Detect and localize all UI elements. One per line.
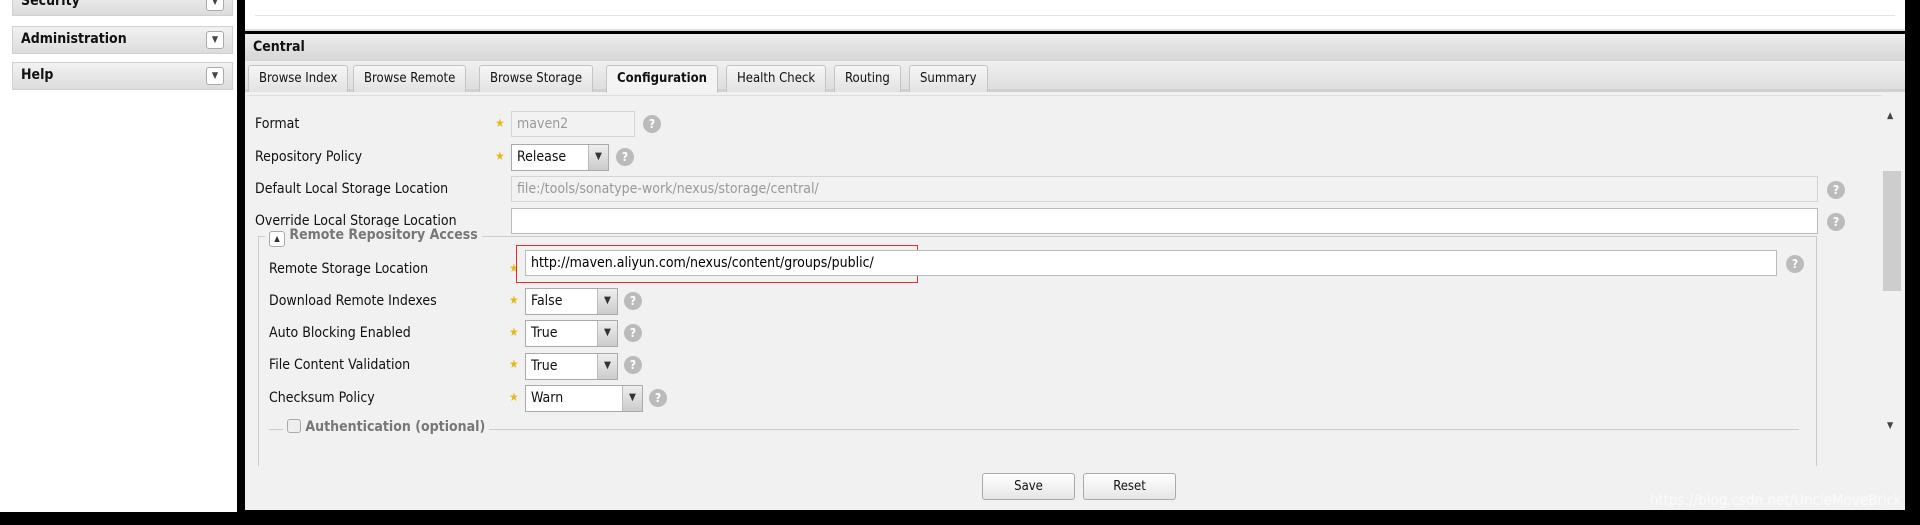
chevron-down-icon[interactable]: ▼ bbox=[206, 0, 224, 11]
file-validation-label: File Content Validation bbox=[269, 357, 411, 373]
collapse-icon[interactable]: ▲ bbox=[269, 231, 285, 247]
help-icon[interactable]: ? bbox=[643, 115, 661, 133]
required-star-icon: ★ bbox=[495, 116, 505, 130]
scrollbar[interactable]: ▲ ▼ bbox=[1881, 95, 1903, 465]
divider bbox=[269, 429, 1799, 430]
help-icon[interactable]: ? bbox=[649, 389, 667, 407]
required-star-icon: ★ bbox=[509, 293, 519, 307]
tab-health-check[interactable]: Health Check bbox=[726, 65, 827, 92]
sidebar-item-administration[interactable]: Administration ▼ bbox=[12, 26, 233, 54]
sidebar-item-label: Security bbox=[21, 0, 80, 9]
tab-routing[interactable]: Routing bbox=[834, 65, 901, 92]
chevron-down-icon[interactable]: ▼ bbox=[206, 31, 224, 49]
chevron-down-icon: ▼ bbox=[622, 386, 642, 411]
remote-storage-label: Remote Storage Location bbox=[269, 261, 429, 277]
required-star-icon: ★ bbox=[509, 357, 519, 371]
default-local-storage-label: Default Local Storage Location bbox=[255, 181, 449, 197]
repository-policy-label: Repository Policy bbox=[255, 149, 363, 165]
tab-configuration[interactable]: Configuration bbox=[606, 65, 718, 93]
help-icon[interactable]: ? bbox=[624, 292, 642, 310]
reset-button[interactable]: Reset bbox=[1083, 473, 1176, 500]
select-value: True bbox=[531, 358, 558, 374]
chevron-down-icon: ▼ bbox=[588, 145, 608, 170]
scroll-down-icon[interactable]: ▼ bbox=[1887, 421, 1893, 431]
auto-blocking-label: Auto Blocking Enabled bbox=[269, 325, 411, 341]
format-label: Format bbox=[255, 116, 300, 132]
configuration-form: Format ★ maven2 ? Repository Policy ★ Re… bbox=[247, 95, 1903, 466]
chevron-down-icon: ▼ bbox=[597, 354, 617, 379]
authentication-legend[interactable]: Authentication (optional) bbox=[283, 419, 490, 435]
auto-blocking-select[interactable]: True ▼ bbox=[525, 320, 618, 347]
authentication-checkbox[interactable] bbox=[287, 419, 301, 433]
tab-browse-remote[interactable]: Browse Remote bbox=[353, 65, 467, 92]
repository-policy-select[interactable]: Release ▼ bbox=[511, 144, 609, 171]
help-icon[interactable]: ? bbox=[1786, 255, 1804, 273]
scrollbar-thumb[interactable] bbox=[1883, 171, 1901, 291]
sidebar: Security ▼ Administration ▼ Help ▼ bbox=[0, 0, 237, 512]
save-button[interactable]: Save bbox=[982, 473, 1075, 500]
panel-title: Central bbox=[245, 34, 1905, 61]
file-validation-select[interactable]: True ▼ bbox=[525, 353, 618, 380]
download-indexes-label: Download Remote Indexes bbox=[269, 293, 437, 309]
tab-summary[interactable]: Summary bbox=[909, 65, 988, 92]
chevron-down-icon: ▼ bbox=[597, 289, 617, 314]
watermark: https://blog.csdn.net/UncleMoveBrick bbox=[1649, 491, 1902, 509]
sidebar-item-label: Administration bbox=[21, 31, 127, 47]
tab-bar: Browse Index Browse Remote Browse Storag… bbox=[245, 62, 1905, 93]
help-icon[interactable]: ? bbox=[624, 324, 642, 342]
required-star-icon: ★ bbox=[495, 149, 505, 163]
sidebar-item-label: Help bbox=[21, 67, 54, 83]
select-value: Release bbox=[517, 149, 567, 165]
format-field[interactable]: maven2 bbox=[511, 111, 635, 137]
help-icon[interactable]: ? bbox=[1827, 213, 1845, 231]
select-value: Warn bbox=[531, 390, 564, 406]
chevron-down-icon: ▼ bbox=[597, 321, 617, 346]
legend-text: Authentication (optional) bbox=[305, 419, 486, 435]
help-icon[interactable]: ? bbox=[616, 148, 634, 166]
default-local-storage-field[interactable]: file:/tools/sonatype-work/nexus/storage/… bbox=[511, 176, 1818, 202]
top-panel bbox=[245, 0, 1905, 31]
required-star-icon: ★ bbox=[509, 390, 519, 404]
help-icon[interactable]: ? bbox=[624, 356, 642, 374]
download-indexes-select[interactable]: False ▼ bbox=[525, 288, 618, 315]
tab-browse-index[interactable]: Browse Index bbox=[248, 65, 349, 92]
select-value: True bbox=[531, 325, 558, 341]
required-star-icon: ★ bbox=[509, 325, 519, 339]
tab-browse-storage[interactable]: Browse Storage bbox=[479, 65, 594, 92]
sidebar-item-help[interactable]: Help ▼ bbox=[12, 62, 233, 90]
sidebar-item-security[interactable]: Security ▼ bbox=[12, 0, 233, 16]
checksum-policy-label: Checksum Policy bbox=[269, 390, 375, 406]
remote-storage-input[interactable]: http://maven.aliyun.com/nexus/content/gr… bbox=[525, 250, 1777, 276]
repository-panel: Central Browse Index Browse Remote Brows… bbox=[245, 34, 1905, 510]
scroll-up-icon[interactable]: ▲ bbox=[1887, 111, 1893, 121]
override-local-storage-input[interactable] bbox=[511, 208, 1818, 234]
help-icon[interactable]: ? bbox=[1827, 181, 1845, 199]
chevron-down-icon[interactable]: ▼ bbox=[206, 67, 224, 85]
checksum-policy-select[interactable]: Warn ▼ bbox=[525, 385, 643, 412]
remote-repository-legend[interactable]: ▲ Remote Repository Access bbox=[265, 227, 482, 247]
legend-text: Remote Repository Access bbox=[289, 227, 478, 243]
select-value: False bbox=[531, 293, 563, 309]
